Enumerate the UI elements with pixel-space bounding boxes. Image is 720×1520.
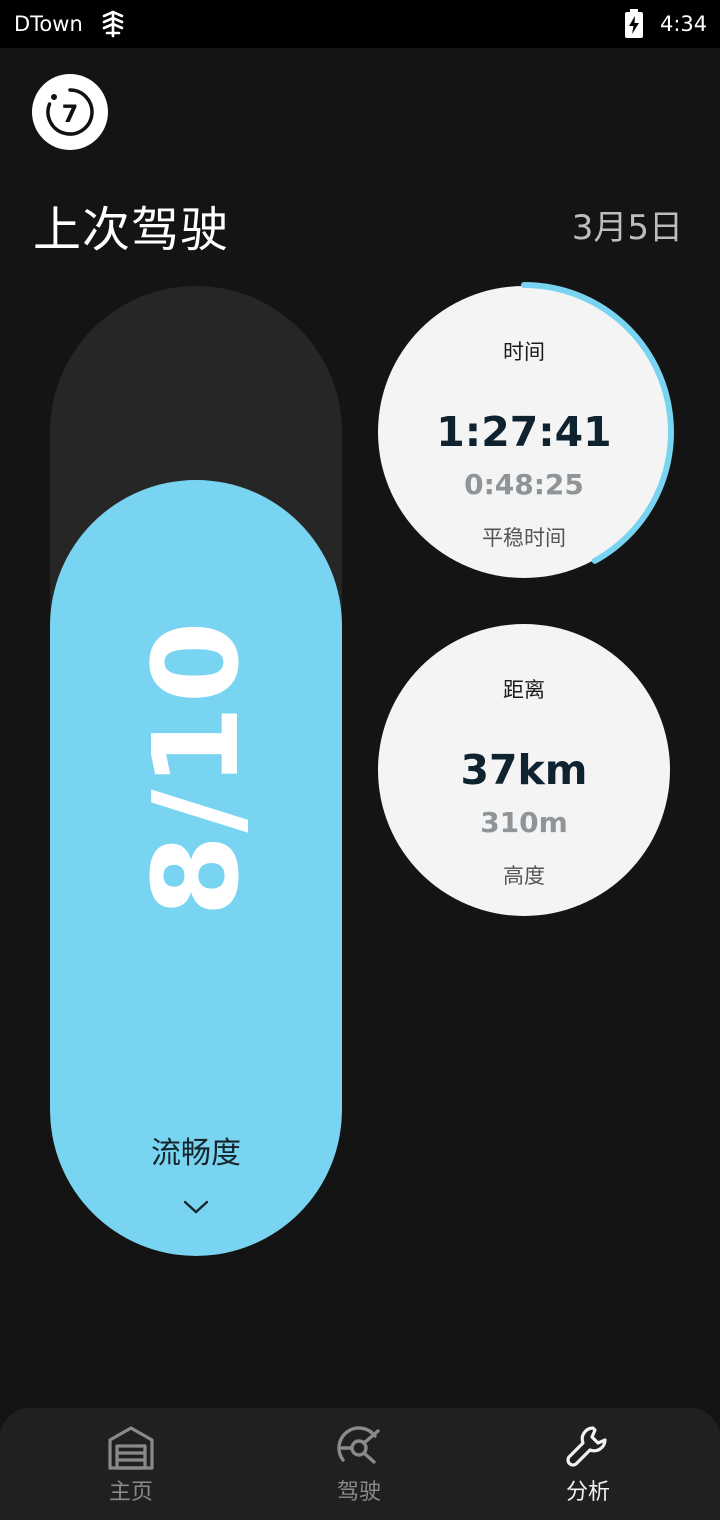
app-logo[interactable]: 7: [32, 74, 108, 150]
status-bar: DTown 4:34: [0, 0, 720, 48]
distance-stat-card[interactable]: 距离 37km 310m 高度: [378, 624, 670, 916]
last-drive-date: 3月5日: [571, 208, 683, 248]
distance-value: 37km: [460, 746, 588, 794]
time-title: 时间: [503, 340, 545, 364]
smooth-time-value: 0:48:25: [464, 468, 584, 501]
nav-item-analysis[interactable]: 分析: [508, 1408, 668, 1520]
network-icon: [100, 10, 126, 38]
status-time: 4:34: [660, 12, 708, 36]
status-app-name: DTown: [14, 12, 83, 36]
smooth-time-caption: 平稳时间: [482, 526, 566, 550]
nav-item-drive[interactable]: 驾驶: [279, 1408, 439, 1520]
garage-icon: [108, 1426, 154, 1470]
total-time-value: 1:27:41: [436, 408, 612, 456]
page-title: 上次驾驶: [33, 202, 230, 258]
nav-label-drive: 驾驶: [336, 1480, 381, 1505]
nav-item-home[interactable]: 主页: [51, 1408, 211, 1520]
time-stat-card[interactable]: 时间 1:27:41 0:48:25 平稳时间: [378, 282, 674, 578]
altitude-value: 310m: [480, 806, 568, 839]
bottom-navigation: 主页 驾驶 分析: [0, 1408, 720, 1520]
battery-charging-icon: [624, 9, 644, 39]
altitude-caption: 高度: [503, 864, 545, 888]
smoothness-label: 流畅度: [151, 1136, 241, 1171]
nav-label-analysis: 分析: [565, 1480, 610, 1505]
steering-wheel-icon: [337, 1426, 380, 1464]
logo-number: 7: [62, 100, 79, 128]
chevron-down-icon[interactable]: [182, 1198, 210, 1216]
nav-label-home: 主页: [108, 1480, 153, 1505]
distance-title: 距离: [503, 678, 545, 702]
wrench-icon: [566, 1426, 607, 1467]
smoothness-score-value: 8/10: [127, 619, 265, 917]
